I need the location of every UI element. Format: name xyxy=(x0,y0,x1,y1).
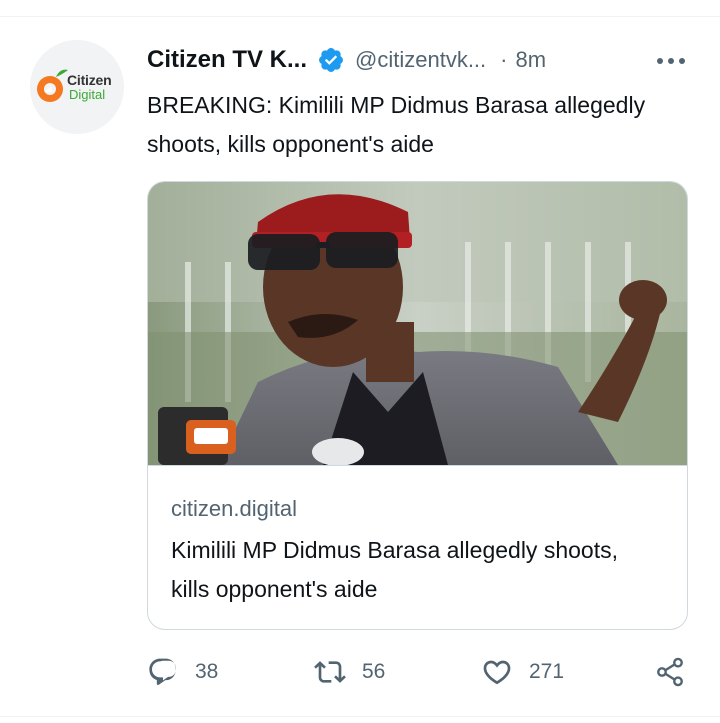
retweet-button[interactable]: 56 xyxy=(314,652,385,692)
avatar-word-digital: Digital xyxy=(69,87,106,102)
card-domain: citizen.digital xyxy=(171,496,297,521)
tweet-actions: 38 56 271 xyxy=(0,652,720,692)
tweet-text: BREAKING: Kimilili MP Didmus Barasa alle… xyxy=(147,92,646,157)
avatar-word-citizen: Citizen xyxy=(67,72,112,88)
verified-icon xyxy=(319,48,343,72)
timestamp[interactable]: 8m xyxy=(515,47,546,73)
retweet-icon xyxy=(314,661,346,683)
reply-button[interactable]: 38 xyxy=(147,652,218,692)
like-button[interactable]: 271 xyxy=(481,652,564,692)
reply-count: 38 xyxy=(195,660,219,683)
article-photo xyxy=(148,182,687,466)
card-title: Kimilili MP Didmus Barasa allegedly shoo… xyxy=(171,537,618,602)
more-button[interactable] xyxy=(654,46,688,76)
share-icon xyxy=(657,657,683,687)
link-card[interactable]: citizen.digital Kimilili MP Didmus Baras… xyxy=(147,181,688,630)
retweet-count: 56 xyxy=(362,660,386,683)
more-icon xyxy=(657,58,685,64)
share-button[interactable] xyxy=(654,652,686,692)
bottom-divider xyxy=(0,716,720,717)
like-count: 271 xyxy=(529,660,565,683)
handle[interactable]: @citizentvk... xyxy=(355,47,486,73)
like-icon xyxy=(483,660,511,685)
top-divider xyxy=(0,16,720,17)
reply-icon xyxy=(149,658,177,686)
avatar[interactable]: Citizen Digital xyxy=(30,40,124,134)
tweet-header: Citizen TV K... @citizentvk... · 8m xyxy=(147,40,546,80)
display-name[interactable]: Citizen TV K... xyxy=(147,46,307,74)
separator-dot: · xyxy=(500,47,508,72)
